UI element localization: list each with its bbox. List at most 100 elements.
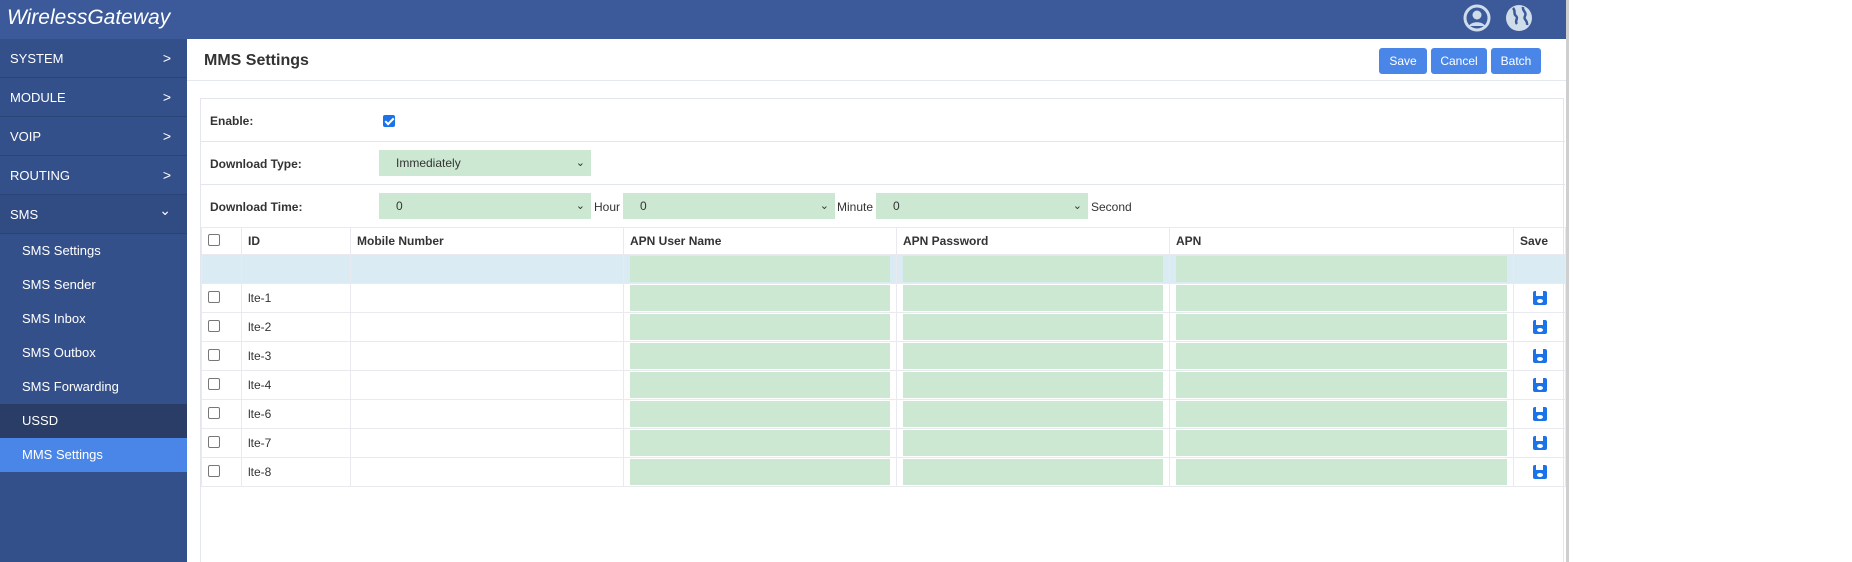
- select-value: 0: [893, 199, 900, 213]
- apn-password-input[interactable]: [903, 430, 1163, 456]
- sidebar-item-system[interactable]: SYSTEM >: [0, 39, 187, 78]
- save-icon[interactable]: [1532, 320, 1547, 334]
- cell: [1169, 341, 1514, 371]
- apn-input[interactable]: [1176, 372, 1507, 398]
- download-type-row: Download Type: Immediately ⌄: [201, 142, 1565, 185]
- save-icon[interactable]: [1532, 465, 1547, 479]
- cell: [1513, 399, 1566, 429]
- sidebar-item-sms[interactable]: SMS ⌄: [0, 195, 187, 234]
- sidebar-item-label: ROUTING: [10, 168, 70, 183]
- mobile-number-cell: [350, 312, 624, 342]
- apn-user-input[interactable]: [630, 401, 890, 427]
- apn-input[interactable]: [1176, 430, 1507, 456]
- user-icon[interactable]: [1463, 4, 1491, 32]
- cell: [1513, 341, 1566, 371]
- apn-user-input[interactable]: [630, 430, 890, 456]
- cell: [350, 254, 624, 284]
- apn-user-input[interactable]: [630, 285, 890, 311]
- cell: [1513, 428, 1566, 458]
- cell: [1513, 312, 1566, 342]
- save-icon[interactable]: [1532, 436, 1547, 450]
- apn-password-input[interactable]: [903, 314, 1163, 340]
- minute-unit: Minute: [837, 200, 874, 214]
- apn-user-input[interactable]: [630, 314, 890, 340]
- cell: [1169, 283, 1514, 313]
- row-checkbox[interactable]: [208, 290, 220, 303]
- save-icon[interactable]: [1532, 407, 1547, 421]
- enable-checkbox[interactable]: [383, 115, 395, 127]
- sidebar-subitem-mms-settings[interactable]: MMS Settings: [0, 438, 187, 472]
- sidebar-subitem-sms-forwarding[interactable]: SMS Forwarding: [0, 370, 187, 404]
- cell: [201, 341, 242, 371]
- chevron-down-icon: ⌄: [575, 200, 585, 212]
- save-icon[interactable]: [1532, 378, 1547, 392]
- chevron-right-icon: >: [162, 128, 171, 144]
- row-checkbox[interactable]: [208, 464, 220, 477]
- sidebar-item-routing[interactable]: ROUTING >: [0, 156, 187, 195]
- cell: [201, 312, 242, 342]
- cancel-button[interactable]: Cancel: [1431, 48, 1487, 74]
- cell: [1169, 312, 1514, 342]
- mobile-number-cell: [350, 341, 624, 371]
- mobile-number-cell: [350, 399, 624, 429]
- cell: [201, 399, 242, 429]
- apn-input[interactable]: [1176, 459, 1507, 485]
- row-checkbox[interactable]: [208, 406, 220, 419]
- sidebar-item-voip[interactable]: VOIP >: [0, 117, 187, 156]
- minute-select[interactable]: 0 ⌄: [623, 193, 835, 219]
- mobile-number-cell: [350, 370, 624, 400]
- mobile-number-cell: [350, 428, 624, 458]
- apn-user-input[interactable]: [630, 372, 890, 398]
- cell: [623, 399, 897, 429]
- app-logo: WirelessGateway: [7, 6, 171, 29]
- apn-password-input[interactable]: [903, 401, 1163, 427]
- select-all-checkbox[interactable]: [208, 233, 220, 246]
- batch-apn-user-input[interactable]: [630, 256, 890, 282]
- row-checkbox[interactable]: [208, 348, 220, 361]
- batch-apn-password-input[interactable]: [903, 256, 1163, 282]
- save-icon[interactable]: [1532, 349, 1547, 363]
- batch-button[interactable]: Batch: [1491, 48, 1541, 74]
- scrollbar[interactable]: [1566, 0, 1569, 562]
- cell: [201, 428, 242, 458]
- row-checkbox[interactable]: [208, 377, 220, 390]
- download-type-select[interactable]: Immediately ⌄: [379, 150, 591, 176]
- sidebar-item-label: MODULE: [10, 90, 66, 105]
- download-type-label: Download Type:: [210, 157, 302, 171]
- hour-select[interactable]: 0 ⌄: [379, 193, 591, 219]
- apn-user-input[interactable]: [630, 459, 890, 485]
- save-button[interactable]: Save: [1379, 48, 1427, 74]
- hour-unit: Hour: [594, 200, 621, 214]
- save-icon[interactable]: [1532, 291, 1547, 305]
- divider: [187, 80, 1566, 81]
- apn-input[interactable]: [1176, 314, 1507, 340]
- header-apn: APN: [1169, 227, 1514, 255]
- mobile-number-cell: [350, 283, 624, 313]
- cell: [201, 370, 242, 400]
- sidebar-subitem-sms-outbox[interactable]: SMS Outbox: [0, 336, 187, 370]
- header-id: ID: [241, 227, 351, 255]
- batch-apn-input[interactable]: [1176, 256, 1507, 282]
- sidebar-subitem-sms-settings[interactable]: SMS Settings: [0, 234, 187, 268]
- second-select[interactable]: 0 ⌄: [876, 193, 1088, 219]
- apn-password-input[interactable]: [903, 343, 1163, 369]
- header-select-all[interactable]: [201, 227, 242, 255]
- id-cell: lte-8: [241, 457, 351, 487]
- sidebar-item-module[interactable]: MODULE >: [0, 78, 187, 117]
- row-checkbox[interactable]: [208, 435, 220, 448]
- apn-input[interactable]: [1176, 343, 1507, 369]
- sidebar-subitem-sms-inbox[interactable]: SMS Inbox: [0, 302, 187, 336]
- sidebar-subitem-ussd[interactable]: USSD: [0, 404, 187, 438]
- row-checkbox[interactable]: [208, 319, 220, 332]
- apn-input[interactable]: [1176, 285, 1507, 311]
- apn-input[interactable]: [1176, 401, 1507, 427]
- sidebar-subitem-sms-sender[interactable]: SMS Sender: [0, 268, 187, 302]
- apn-password-input[interactable]: [903, 372, 1163, 398]
- enable-row: Enable:: [201, 99, 1565, 142]
- apn-password-input[interactable]: [903, 285, 1163, 311]
- apn-password-input[interactable]: [903, 459, 1163, 485]
- cell: [201, 283, 242, 313]
- id-cell: lte-6: [241, 399, 351, 429]
- apn-user-input[interactable]: [630, 343, 890, 369]
- globe-icon[interactable]: [1505, 4, 1533, 32]
